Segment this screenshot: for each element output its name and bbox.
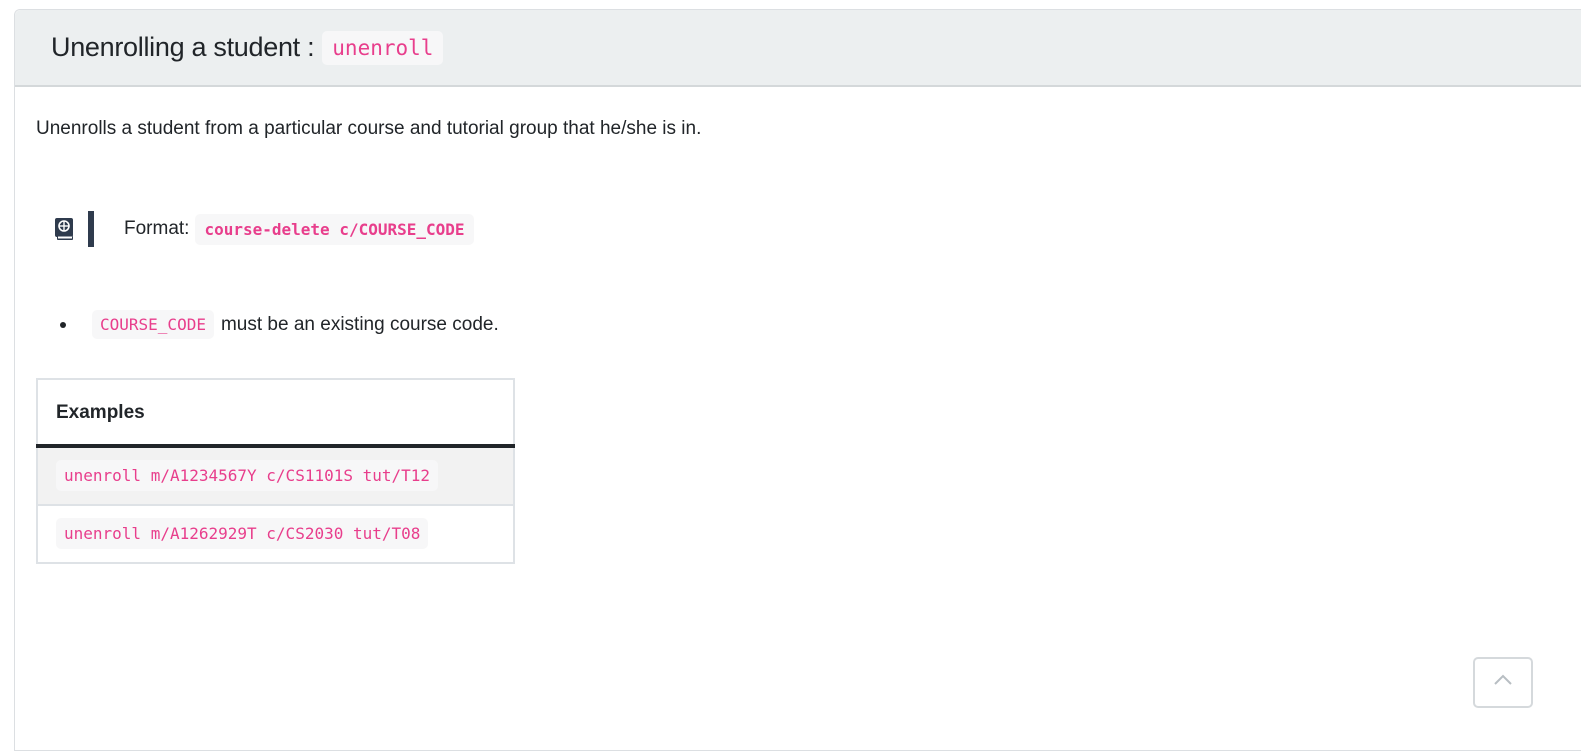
table-cell: unenroll m/A1234567Y c/CS1101S tut/T12: [37, 445, 514, 505]
bullet-dot: [60, 321, 66, 328]
book-globe-icon: [54, 216, 74, 242]
note-text: must be an existing course code.: [220, 313, 499, 335]
description: Unenrolls a student from a particular co…: [36, 118, 702, 139]
example-code: unenroll m/A1262929T c/CS2030 tut/T08: [56, 518, 429, 549]
format-code: course-delete c/COURSE_CODE: [195, 213, 474, 245]
chevron-up-icon: [1492, 673, 1514, 692]
examples-table: Examples unenroll m/A1234567Y c/CS1101S …: [36, 378, 515, 564]
examples-header: Examples: [37, 379, 514, 448]
list-item: COURSE_CODE must be an existing course c…: [60, 310, 499, 339]
callout-bar: [88, 211, 94, 247]
table-row: unenroll m/A1262929T c/CS2030 tut/T08: [37, 504, 514, 563]
card-header: Unenrolling a student : unenroll: [15, 10, 1581, 87]
command-code: unenroll: [322, 30, 444, 65]
section-title: Unenrolling a student :: [51, 32, 315, 62]
example-code: unenroll m/A1234567Y c/CS1101S tut/T12: [56, 460, 439, 491]
table-cell: unenroll m/A1262929T c/CS2030 tut/T08: [37, 504, 514, 563]
param-code: COURSE_CODE: [92, 310, 214, 339]
format-callout: Format: course-delete c/COURSE_CODE: [54, 211, 474, 247]
table-row: unenroll m/A1234567Y c/CS1101S tut/T12: [37, 445, 514, 505]
back-to-top-button[interactable]: [1473, 657, 1533, 708]
format-label: Format:: [124, 218, 190, 239]
